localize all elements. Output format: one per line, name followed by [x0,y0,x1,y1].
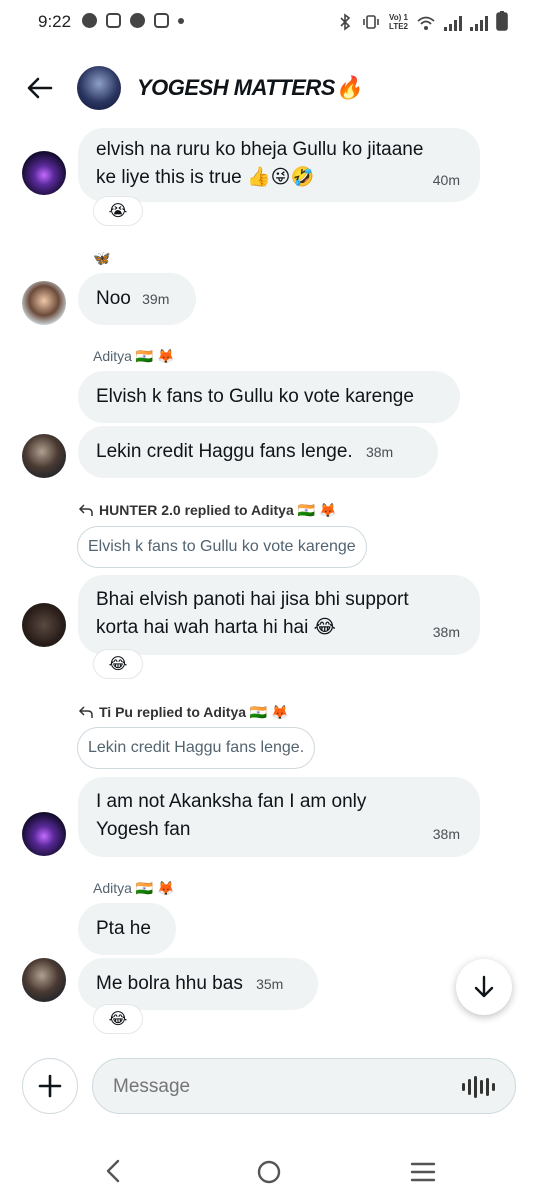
avatar[interactable] [22,434,66,478]
message-timestamp: 38m [365,444,394,460]
sender-name: 🦋 [93,250,111,266]
signal-icon [444,15,462,31]
reaction-badge[interactable]: 😂 [93,1004,143,1034]
reaction-badge[interactable]: 😭 [93,196,143,226]
nav-back-icon[interactable] [102,1158,124,1184]
message-bubble[interactable]: Pta he [78,903,176,955]
message-text: Elvish k fans to Gullu ko vote karenge [96,386,414,407]
quoted-message[interactable]: Elvish k fans to Gullu ko vote karenge [77,526,367,568]
more-notifications-icon [178,17,184,24]
system-icons: Vo) 1 LTE2 [337,11,508,31]
message-text: Pta he [96,918,151,939]
status-bar: 9:22 Vo) 1 LTE2 [0,0,538,44]
notification-icons [82,13,184,28]
conversation-title[interactable]: YOGESH MATTERS🔥 [137,75,362,101]
message-text: Me bolra hhu bas [96,973,243,994]
instagram-icon [106,13,121,28]
message-text: Yogesh fan [96,819,191,840]
volte-label: Vo) 1 [389,13,408,22]
reply-icon [78,706,93,718]
message-icon [130,13,145,28]
sender-name: Aditya 🇮🇳 🦊 [93,348,175,364]
message-timestamp: 40m [432,172,460,188]
message-text: korta hai wah harta hi hai 😂 [96,617,336,638]
message-timestamp: 35m [256,976,284,992]
battery-icon [496,11,508,31]
avatar[interactable] [22,281,66,325]
group-avatar[interactable] [77,66,121,110]
message-bubble[interactable]: Noo 39m [78,273,196,325]
message-timestamp: 38m [432,826,460,842]
back-arrow-icon[interactable] [24,72,56,104]
message-bubble[interactable]: Elvish k fans to Gullu ko vote karenge [78,371,460,423]
quoted-message[interactable]: Lekin credit Haggu fans lenge. [77,727,316,769]
reply-header: Ti Pu replied to Aditya 🇮🇳 🦊 [99,704,289,720]
avatar[interactable] [22,812,66,856]
message-text: ke liye this is true 👍😜🤣 [96,167,315,188]
message-timestamp: 38m [432,624,460,640]
message-text: I am not Akanksha fan I am only [96,791,367,812]
facebook-icon [82,13,97,28]
signal-icon [470,15,488,31]
add-media-button[interactable] [22,1058,78,1114]
avatar[interactable] [22,151,66,195]
nav-recents-icon[interactable] [410,1161,436,1183]
message-bubble[interactable]: Me bolra hhu bas 35m [78,958,318,1010]
message-composer[interactable] [92,1058,516,1114]
status-time: 9:22 [38,12,72,31]
bluetooth-icon [340,13,351,31]
system-navigation-bar [0,1140,538,1200]
arrow-down-icon [474,975,494,998]
message-input[interactable] [113,1073,453,1101]
reply-header: HUNTER 2.0 replied to Aditya 🇮🇳 🦊 [99,502,337,518]
message-timestamp: 39m [142,291,170,307]
scroll-to-bottom-button[interactable] [456,959,512,1015]
message-text: elvish na ruru ko bheja Gullu ko jitaane [96,139,424,160]
avatar[interactable] [22,958,66,1002]
reaction-badge[interactable]: 😂 [93,649,143,679]
reply-icon [78,504,93,516]
message-bubble[interactable]: elvish na ruru ko bheja Gullu ko jitaane… [78,128,480,202]
sender-name: Aditya 🇮🇳 🦊 [93,880,175,896]
plus-icon [38,1074,62,1098]
vibrate-icon [363,15,379,29]
message-text: Noo [96,288,131,309]
message-bubble[interactable]: Bhai elvish panoti hai jisa bhi support … [78,575,480,655]
message-text: Lekin credit Haggu fans lenge. [96,441,353,462]
conversation-header: YOGESH MATTERS🔥 [0,60,538,120]
voice-message-icon[interactable] [462,1076,495,1098]
avatar[interactable] [22,603,66,647]
message-bubble[interactable]: I am not Akanksha fan I am only Yogesh f… [78,777,480,857]
wifi-icon [417,16,435,30]
instagram-icon [154,13,169,28]
message-text: Bhai elvish panoti hai jisa bhi support [96,589,409,610]
lte-label: LTE2 [389,22,408,31]
nav-home-icon[interactable] [256,1159,282,1185]
message-bubble[interactable]: Lekin credit Haggu fans lenge. 38m [78,426,438,478]
